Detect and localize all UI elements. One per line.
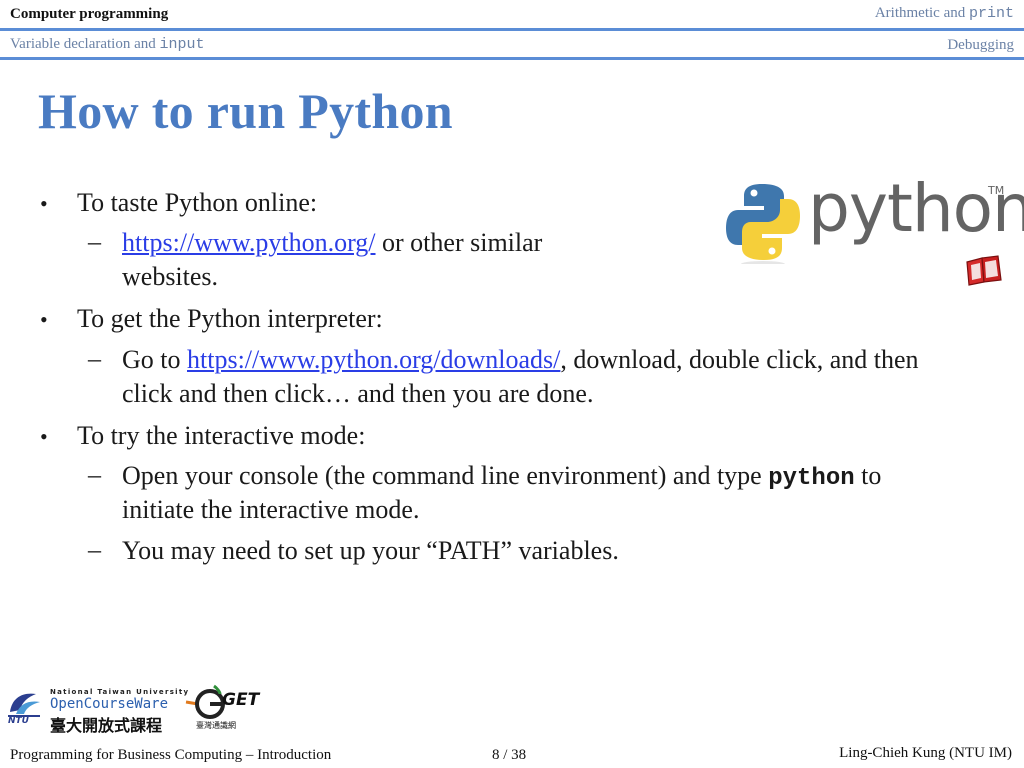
sub-bullet-go-to-downloads: Go to https://www.python.org/downloads/,… bbox=[122, 344, 919, 376]
bullet-try-interactive-mode: To try the interactive mode: bbox=[77, 421, 366, 450]
python-command-code: python bbox=[768, 465, 855, 492]
sub-bullet-python-org-line2: websites. bbox=[122, 262, 219, 291]
footer-author: Ling-Chieh Kung (NTU IM) bbox=[839, 745, 1012, 761]
sub-bullet-path-variables: You may need to set up your “PATH” varia… bbox=[122, 536, 619, 565]
sub-bullet-go-to-text: Go to bbox=[122, 345, 187, 374]
sub-bullet-marker: – bbox=[88, 460, 101, 489]
bullet-taste-python-online: To taste Python online: bbox=[77, 188, 318, 217]
sub-bullet-open-console-text: Open your console (the command line envi… bbox=[122, 461, 769, 490]
sub-bullet-open-console-line2: initiate the interactive mode. bbox=[122, 495, 420, 524]
get-logo-word: GET bbox=[222, 690, 260, 710]
bullet-marker: • bbox=[40, 424, 48, 449]
ocw-opencourseware: OpenCourseWare bbox=[50, 696, 169, 712]
ntu-opencourseware-logo: NTU National Taiwan University OpenCours… bbox=[6, 686, 188, 735]
bullet-marker: • bbox=[40, 307, 48, 332]
sub-bullet-marker: – bbox=[88, 227, 101, 256]
ntu-logo-label: NTU bbox=[8, 716, 29, 726]
footer-page-number: 8 / 38 bbox=[492, 747, 527, 763]
get-logo: GET 臺灣通識網 bbox=[184, 682, 259, 734]
slide-body: • To taste Python online: – https://www.… bbox=[0, 0, 1024, 768]
python-org-link[interactable]: https://www.python.org/ bbox=[122, 228, 376, 257]
slide-footer: Programming for Business Computing – Int… bbox=[0, 742, 1024, 768]
get-logo-subtitle: 臺灣通識網 bbox=[196, 721, 236, 730]
sub-bullet-python-org-rest: or other similar bbox=[375, 228, 543, 257]
sub-bullet-marker: – bbox=[88, 535, 101, 564]
sub-bullet-python-org: https://www.python.org/ or other similar bbox=[122, 227, 542, 259]
sub-bullet-open-console: Open your console (the command line envi… bbox=[122, 460, 881, 495]
ocw-university-name: National Taiwan University bbox=[50, 688, 190, 696]
bullet-get-python-interpreter: To get the Python interpreter: bbox=[77, 304, 383, 333]
ocw-chinese-name: 臺大開放式課程 bbox=[50, 716, 163, 735]
footer-course-title: Programming for Business Computing – Int… bbox=[10, 747, 332, 763]
python-downloads-link[interactable]: https://www.python.org/downloads/ bbox=[187, 345, 560, 374]
sub-bullet-marker: – bbox=[88, 344, 101, 373]
sub-bullet-open-console-post: to bbox=[854, 461, 882, 490]
bullet-marker: • bbox=[40, 191, 48, 216]
sub-bullet-download-rest: , download, double click, and then bbox=[560, 345, 919, 374]
sub-bullet-go-to-downloads-line2: click and then click… and then you are d… bbox=[122, 379, 594, 408]
